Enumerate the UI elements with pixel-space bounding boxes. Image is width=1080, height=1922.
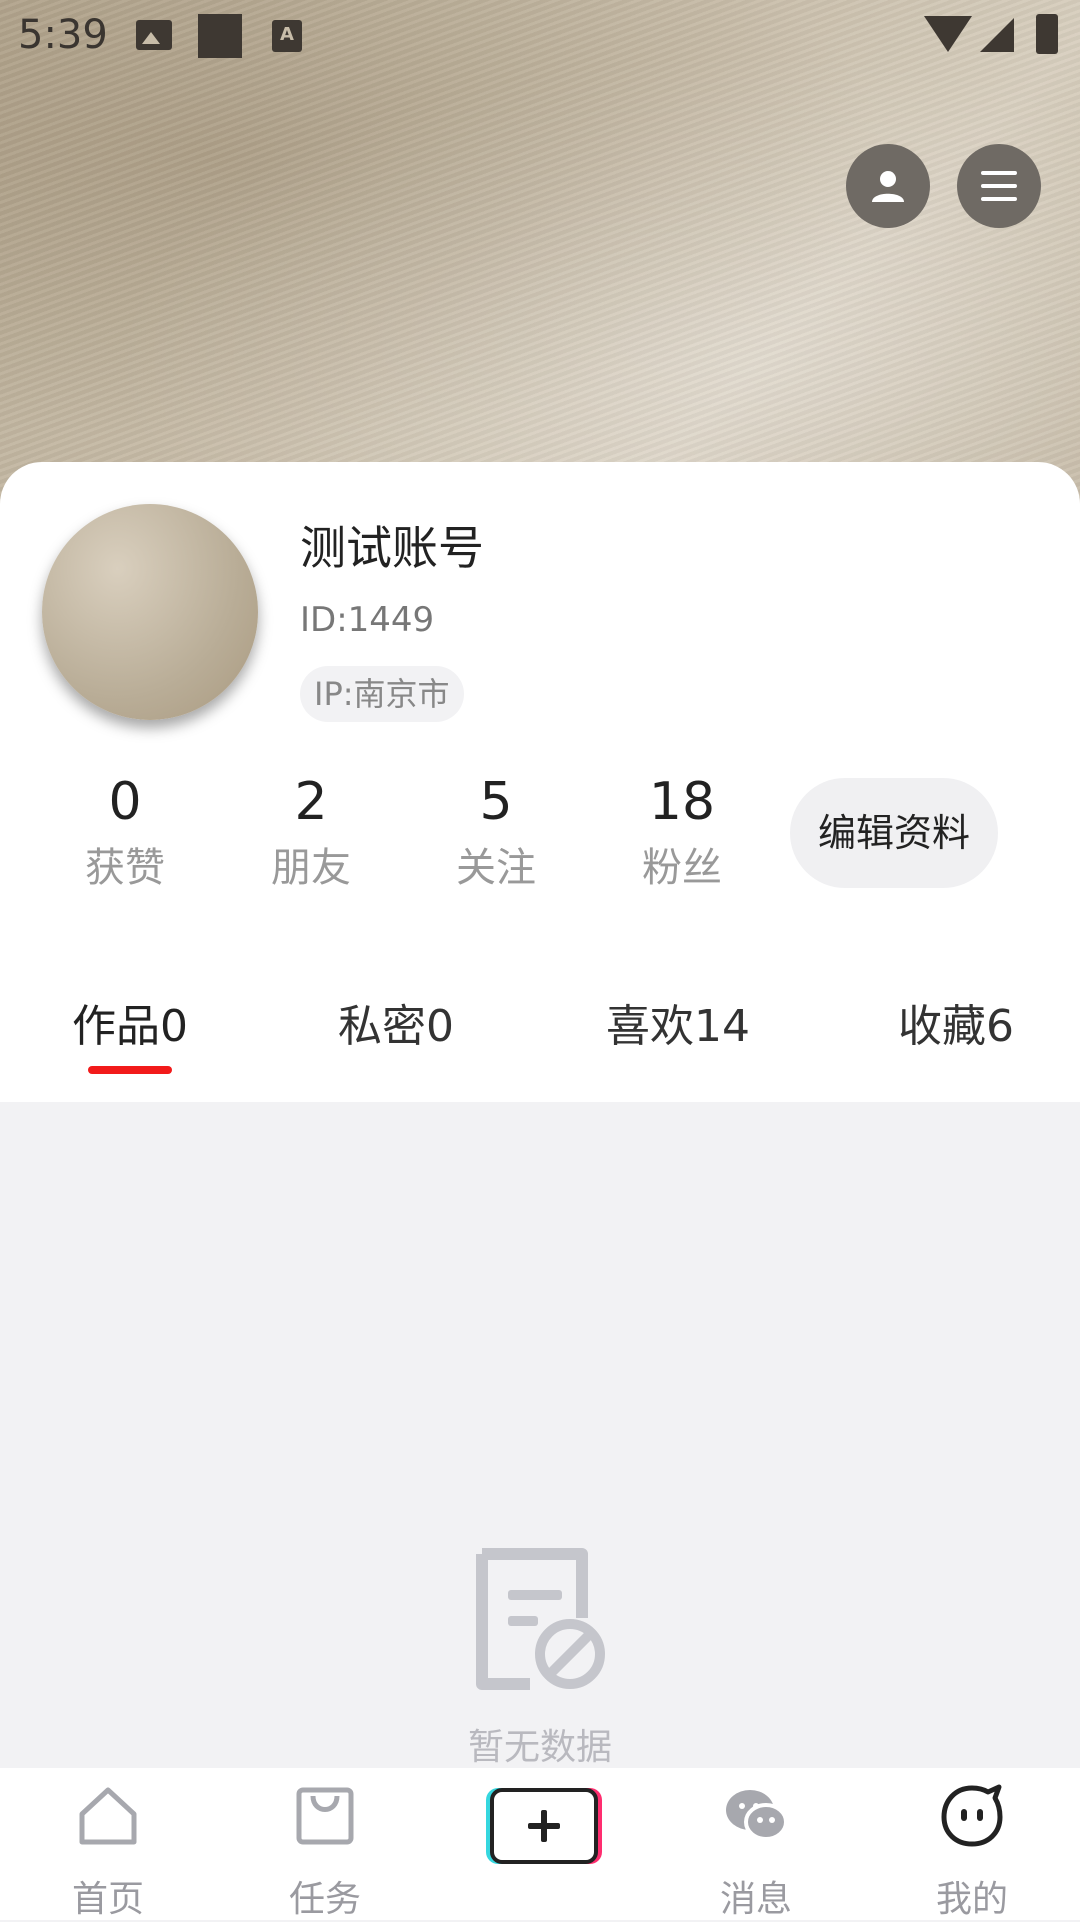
tab-likes[interactable]: 喜欢14 (606, 990, 750, 1054)
plus-icon (528, 1810, 560, 1842)
tab-private[interactable]: 私密0 (338, 990, 454, 1054)
nav-tasks[interactable]: 任务 (255, 1776, 395, 1922)
nav-home[interactable]: 首页 (38, 1776, 178, 1922)
gallery-notification-icon (136, 20, 172, 50)
nav-messages[interactable]: 消息 (686, 1776, 826, 1922)
stat-friends[interactable]: 2 朋友 (241, 770, 381, 898)
profile-cover-background (0, 0, 1080, 520)
stat-value: 5 (479, 772, 513, 832)
nav-label: 首页 (71, 1879, 144, 1920)
bag-icon (296, 1787, 354, 1845)
avatar[interactable] (42, 504, 258, 720)
status-time: 5:39 (18, 12, 108, 58)
account-button[interactable] (846, 144, 930, 228)
status-bar: 5:39 A (0, 0, 1080, 72)
person-icon (872, 171, 904, 202)
create-post-button[interactable] (490, 1788, 598, 1864)
menu-button[interactable] (957, 144, 1041, 228)
nav-label: 我的 (935, 1879, 1008, 1920)
nav-label: 任务 (288, 1879, 361, 1920)
stat-label: 朋友 (271, 845, 351, 891)
stat-value: 2 (294, 772, 328, 832)
stat-value: 0 (108, 772, 142, 832)
tab-favorites[interactable]: 收藏6 (898, 990, 1014, 1054)
stat-likes[interactable]: 0 获赞 (55, 770, 195, 898)
wifi-icon (924, 16, 972, 52)
stat-label: 获赞 (85, 845, 165, 891)
edit-profile-button[interactable]: 编辑资料 (790, 778, 998, 888)
nav-label: 消息 (719, 1879, 792, 1920)
chat-icon (726, 1790, 788, 1841)
stat-label: 粉丝 (642, 845, 722, 891)
tab-works[interactable]: 作品0 (72, 990, 188, 1054)
keyboard-notification-icon: A (272, 20, 302, 52)
empty-state-text: 暂无数据 (467, 1727, 612, 1768)
battery-icon (1036, 14, 1058, 54)
stat-followers[interactable]: 18 粉丝 (612, 770, 752, 898)
home-icon (79, 1787, 137, 1845)
stat-label: 关注 (456, 845, 536, 891)
smiley-face-icon (941, 1784, 1003, 1847)
active-tab-indicator (88, 1066, 172, 1074)
no-data-document-icon (476, 1548, 605, 1690)
ip-location-badge: IP:南京市 (300, 666, 464, 722)
profile-name: 测试账号 (300, 521, 484, 575)
cell-signal-icon (980, 18, 1014, 52)
stat-following[interactable]: 5 关注 (426, 770, 566, 898)
hamburger-menu-icon (981, 171, 1017, 201)
profile-id: ID:1449 (300, 600, 435, 640)
app-notification-icon (198, 14, 242, 58)
nav-me[interactable]: 我的 (902, 1776, 1042, 1922)
stat-value: 18 (648, 772, 716, 832)
